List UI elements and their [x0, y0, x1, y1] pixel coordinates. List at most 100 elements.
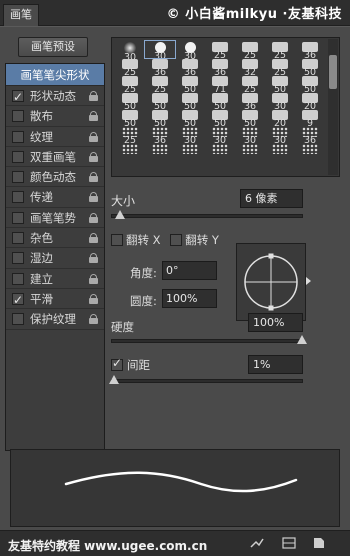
brush-preset-cell[interactable]	[205, 143, 235, 160]
flip-y-checkbox[interactable]	[170, 234, 183, 246]
brush-preset-cell[interactable]: 36	[145, 126, 175, 145]
tab-brush[interactable]: 画笔	[3, 4, 39, 26]
grid-view-icon[interactable]	[282, 537, 296, 549]
list-item-wet-edges[interactable]: 湿边	[6, 248, 104, 269]
list-item-brush-pose[interactable]: 画笔笔势	[6, 208, 104, 229]
brush-preset-cell[interactable]: 25	[265, 58, 295, 77]
brush-preset-cell[interactable]: 36	[205, 58, 235, 77]
lock-icon[interactable]	[89, 192, 98, 203]
size-slider[interactable]	[111, 210, 303, 219]
checkbox[interactable]	[12, 87, 24, 107]
brush-preset-cell[interactable]: 50	[145, 92, 175, 111]
brush-preset-cell[interactable]: 36	[295, 126, 325, 145]
list-item-texture[interactable]: 纹理	[6, 127, 104, 147]
checkbox[interactable]	[12, 313, 24, 326]
brush-preset-cell[interactable]: 9	[295, 109, 325, 128]
hardness-slider[interactable]	[111, 335, 307, 344]
lock-icon[interactable]	[89, 293, 98, 304]
checkbox[interactable]	[12, 130, 24, 143]
brush-preset-cell[interactable]: 30	[144, 40, 176, 61]
brush-preset-cell[interactable]: 50	[115, 92, 145, 111]
brush-preset-cell[interactable]: 50	[115, 109, 145, 128]
checkbox[interactable]	[12, 191, 24, 204]
list-item-protect-texture[interactable]: 保护纹理	[6, 309, 104, 330]
brush-preset-cell[interactable]: 25	[115, 58, 145, 77]
list-item-noise[interactable]: 杂色	[6, 228, 104, 249]
slider-thumb[interactable]	[297, 335, 307, 344]
grid-scrollbar[interactable]	[328, 39, 338, 175]
lock-icon[interactable]	[89, 314, 98, 325]
brush-preset-cell[interactable]: 30	[265, 126, 295, 145]
spacing-input[interactable]: 1%	[248, 355, 303, 374]
brush-preset-cell[interactable]	[265, 143, 295, 160]
brush-preset-cell[interactable]: 30	[175, 41, 205, 61]
slider-thumb[interactable]	[108, 375, 119, 384]
brush-preset-cell[interactable]: 50	[265, 75, 295, 94]
hardness-input[interactable]: 100%	[248, 313, 303, 332]
lock-icon[interactable]	[89, 151, 98, 162]
brush-preset-cell[interactable]: 50	[175, 109, 205, 128]
brush-preset-cell[interactable]: 20	[265, 109, 295, 128]
brush-preset-cell[interactable]	[175, 143, 205, 160]
list-item-color-dynamics[interactable]: 颜色动态	[6, 167, 104, 188]
brush-preset-cell[interactable]: 50	[205, 92, 235, 111]
brush-preset-cell[interactable]	[235, 143, 265, 160]
lock-icon[interactable]	[89, 111, 98, 122]
brush-preset-cell[interactable]: 25	[115, 75, 145, 94]
flip-x-checkbox[interactable]	[111, 234, 123, 246]
checkbox[interactable]	[12, 150, 24, 163]
lock-icon[interactable]	[89, 212, 98, 223]
brush-presets-button[interactable]: 画笔预设	[18, 37, 88, 57]
brush-preset-cell[interactable]	[145, 143, 175, 160]
brush-preset-cell[interactable]: 30	[265, 92, 295, 111]
brush-preset-cell[interactable]: 36	[235, 92, 265, 111]
checkbox[interactable]	[12, 290, 24, 310]
brush-preset-cell[interactable]: 25	[205, 41, 235, 60]
brush-preset-cell[interactable]: 36	[295, 41, 325, 60]
lock-icon[interactable]	[89, 172, 98, 183]
brush-preset-cell[interactable]: 30	[235, 126, 265, 145]
roundness-input[interactable]: 100%	[162, 289, 217, 308]
brush-preset-cell[interactable]: 50	[175, 75, 205, 94]
list-item-scattering[interactable]: 散布	[6, 106, 104, 127]
brush-preset-cell[interactable]: 30	[175, 126, 205, 145]
brush-preset-cell[interactable]: 25	[115, 126, 145, 145]
angle-roundness-widget[interactable]	[236, 243, 306, 321]
brush-preset-cell[interactable]: 36	[145, 58, 175, 77]
brush-preset-cell[interactable]: 50	[175, 92, 205, 111]
brush-tip-shape-item[interactable]: 画笔笔尖形状	[6, 64, 104, 86]
brush-preset-cell[interactable]: 25	[235, 41, 265, 60]
checkbox[interactable]	[12, 232, 24, 245]
brush-preset-cell[interactable]: 50	[295, 58, 325, 77]
list-item-transfer[interactable]: 传递	[6, 187, 104, 208]
angle-handle-icon[interactable]	[306, 277, 311, 285]
spacing-slider[interactable]	[108, 375, 303, 384]
brush-preset-cell[interactable]: 50	[205, 109, 235, 128]
brush-preset-cell[interactable]: 30	[115, 41, 145, 62]
checkbox[interactable]	[12, 171, 24, 184]
list-item-build-up[interactable]: 建立	[6, 269, 104, 289]
flip-y-option[interactable]: 翻转 Y	[170, 233, 219, 247]
checkbox[interactable]	[12, 110, 24, 123]
brush-preset-cell[interactable]	[115, 143, 145, 160]
spacing-checkbox[interactable]	[111, 356, 123, 371]
brush-preset-cell[interactable]: 71	[205, 75, 235, 94]
brush-preset-cell[interactable]: 50	[295, 75, 325, 94]
lock-icon[interactable]	[89, 273, 98, 284]
list-item-shape-dynamics[interactable]: 形状动态	[6, 86, 104, 107]
brush-preset-cell[interactable]: 36	[175, 58, 205, 77]
size-input[interactable]: 6 像素	[240, 189, 303, 208]
lock-icon[interactable]	[89, 253, 98, 264]
brush-preset-cell[interactable]: 30	[205, 126, 235, 145]
brush-preset-cell[interactable]: 20	[295, 92, 325, 111]
scroll-thumb[interactable]	[329, 55, 337, 89]
brush-preset-cell[interactable]: 25	[145, 75, 175, 94]
brush-preset-cell[interactable]: 25	[235, 75, 265, 94]
brush-preset-cell[interactable]	[295, 143, 325, 160]
spacing-option[interactable]: 间距	[111, 356, 150, 373]
checkbox[interactable]	[12, 211, 24, 224]
brush-preset-cell[interactable]: 25	[265, 41, 295, 60]
list-item-dual-brush[interactable]: 双重画笔	[6, 147, 104, 168]
new-brush-icon[interactable]	[312, 537, 326, 549]
brush-preset-cell[interactable]: 50	[235, 109, 265, 128]
